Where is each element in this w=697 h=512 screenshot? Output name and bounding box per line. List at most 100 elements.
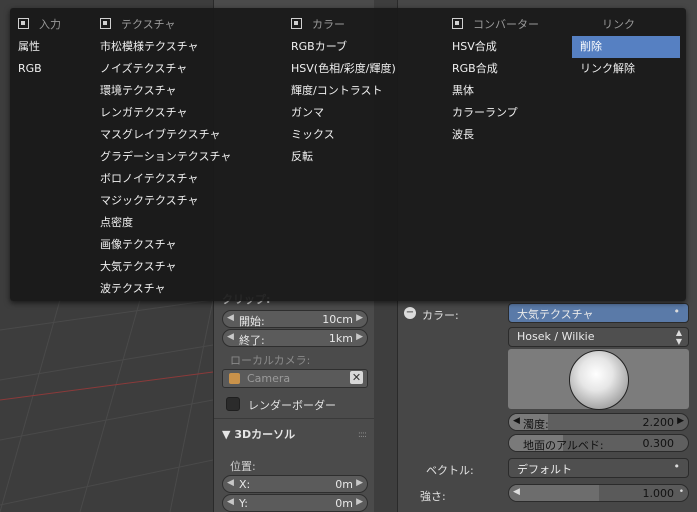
3d-cursor-header[interactable]: ▼ 3Dカーソル <box>222 426 295 442</box>
location-label: 位置: <box>230 460 256 473</box>
menu-item[interactable]: 大気テクスチャ <box>92 256 278 278</box>
render-border-checkbox[interactable] <box>226 397 240 411</box>
menu-item[interactable]: 削除 <box>572 36 680 58</box>
menu-item[interactable]: 黒体 <box>444 80 565 102</box>
decrement-icon[interactable]: ◀ <box>227 332 234 342</box>
menu-item[interactable]: 波テクスチャ <box>92 278 278 300</box>
local-camera-label: ローカルカメラ: <box>230 354 311 367</box>
menu-item[interactable]: 画像テクスチャ <box>92 234 278 256</box>
sun-sphere-icon[interactable] <box>569 350 629 410</box>
strength-fill <box>509 485 599 501</box>
x-value: 0m <box>335 478 353 491</box>
vector-label: ベクトル: <box>426 464 474 477</box>
menu-item[interactable]: 反転 <box>283 146 439 168</box>
ground-albedo-slider[interactable]: 地面のアルベド: 0.300 <box>508 434 689 452</box>
menu-item[interactable]: ガンマ <box>283 102 439 124</box>
x-label: X: <box>239 478 251 491</box>
menu-item[interactable]: ミックス <box>283 124 439 146</box>
turbidity-slider[interactable]: ◀ 濁度: 2.200 ▶ <box>508 413 689 431</box>
link-dot-icon[interactable]: • <box>679 487 684 497</box>
menu-column-header: カラー <box>291 16 345 34</box>
menu-item[interactable]: HSV(色相/彩度/輝度) <box>283 58 439 80</box>
menu-column-header: テクスチャ <box>100 16 176 34</box>
sun-direction-widget[interactable] <box>508 349 689 410</box>
ground-albedo-value: 0.300 <box>642 437 675 450</box>
ground-albedo-label: 地面のアルベド: <box>523 439 604 452</box>
vector-selector[interactable]: デフォルト • <box>508 458 689 478</box>
color-node-selector[interactable]: 大気テクスチャ • <box>508 303 689 323</box>
decrement-icon[interactable]: ◀ <box>227 497 234 507</box>
menu-item[interactable]: ノイズテクスチャ <box>92 58 278 80</box>
clear-icon[interactable]: ✕ <box>350 371 363 384</box>
increment-icon[interactable]: ▶ <box>677 416 684 426</box>
menu-item[interactable]: HSV合成 <box>444 36 565 58</box>
decrement-icon[interactable]: ◀ <box>513 416 520 426</box>
menu-item[interactable]: 輝度/コントラスト <box>283 80 439 102</box>
sky-model-dropdown[interactable]: Hosek / Wilkie ▲ ▼ <box>508 327 689 347</box>
node-category-icon <box>291 18 302 29</box>
color-label: カラー: <box>422 309 459 322</box>
local-camera-value: Camera <box>247 372 291 385</box>
link-dot-icon: • <box>673 460 681 473</box>
increment-icon[interactable]: ▶ <box>356 497 363 507</box>
menu-item[interactable]: レンガテクスチャ <box>92 102 278 124</box>
menu-item[interactable]: リンク解除 <box>572 58 680 80</box>
clip-end-label: 終了: <box>239 334 265 347</box>
menu-item[interactable]: RGB合成 <box>444 58 565 80</box>
menu-column-header: リンク <box>602 16 635 34</box>
menu-item[interactable]: グラデーションテクスチャ <box>92 146 278 168</box>
vector-value: デフォルト <box>517 463 572 476</box>
menu-item[interactable]: マジックテクスチャ <box>92 190 278 212</box>
menu-item[interactable]: 市松模様テクスチャ <box>92 36 278 58</box>
sky-model-value: Hosek / Wilkie <box>517 330 595 343</box>
y-label: Y: <box>239 497 248 510</box>
3d-cursor-title: 3Dカーソル <box>234 428 296 441</box>
menu-column-title: カラー <box>312 18 345 31</box>
cursor-x-field[interactable]: ◀ X: 0m ▶ <box>222 475 368 493</box>
unlink-icon[interactable]: − <box>404 307 416 319</box>
decrement-icon[interactable]: ◀ <box>513 487 520 497</box>
menu-column-title: 入力 <box>39 18 61 31</box>
menu-item[interactable]: マスグレイブテクスチャ <box>92 124 278 146</box>
menu-column-title: リンク <box>602 18 635 31</box>
node-category-icon <box>452 18 463 29</box>
strength-label: 強さ: <box>420 490 446 503</box>
menu-column-header: 入力 <box>18 16 61 34</box>
turbidity-value: 2.200 <box>642 416 675 429</box>
render-border-label: レンダーボーダー <box>248 399 336 412</box>
strength-field[interactable]: ◀ 1.000 • <box>508 484 689 502</box>
local-camera-field[interactable]: Camera ✕ <box>222 369 368 388</box>
decrement-icon[interactable]: ◀ <box>227 478 234 488</box>
menu-item[interactable]: 点密度 <box>92 212 278 234</box>
menu-item[interactable]: 属性 <box>10 36 86 58</box>
menu-item[interactable]: ボロノイテクスチャ <box>92 168 278 190</box>
clip-start-value: 10cm <box>322 313 353 326</box>
divider <box>214 418 374 419</box>
turbidity-label: 濁度: <box>523 418 549 431</box>
menu-item[interactable]: RGB <box>10 58 86 80</box>
decrement-icon[interactable]: ◀ <box>227 313 234 323</box>
increment-icon[interactable]: ▶ <box>356 332 363 342</box>
increment-icon[interactable]: ▶ <box>356 313 363 323</box>
menu-item[interactable]: 環境テクスチャ <box>92 80 278 102</box>
collapse-triangle-icon: ▼ <box>222 428 231 441</box>
menu-column-header: コンバーター <box>452 16 539 34</box>
node-category-icon <box>100 18 111 29</box>
node-category-icon <box>18 18 29 29</box>
menu-item[interactable]: カラーランプ <box>444 102 565 124</box>
menu-item[interactable]: RGBカーブ <box>283 36 439 58</box>
link-dot-icon: • <box>673 305 681 318</box>
menu-column-title: コンバーター <box>473 18 539 31</box>
add-node-menu: 入力属性 RGB テクスチャ市松模様テクスチャ ノイズテクスチャ 環境テクスチャ レンガテ… <box>10 8 686 301</box>
camera-icon <box>229 373 240 384</box>
cursor-y-field[interactable]: ◀ Y: 0m ▶ <box>222 494 368 512</box>
clip-start-field[interactable]: ◀ 開始: 10cm ▶ <box>222 310 368 328</box>
clip-start-label: 開始: <box>239 315 265 328</box>
clip-end-value: 1km <box>328 332 353 345</box>
clip-end-field[interactable]: ◀ 終了: 1km ▶ <box>222 329 368 347</box>
strength-value: 1.000 <box>642 487 675 500</box>
menu-item[interactable]: 波長 <box>444 124 565 146</box>
color-node-value: 大気テクスチャ <box>517 308 594 321</box>
drag-handle-icon[interactable]: :::: <box>358 430 367 440</box>
increment-icon[interactable]: ▶ <box>356 478 363 488</box>
